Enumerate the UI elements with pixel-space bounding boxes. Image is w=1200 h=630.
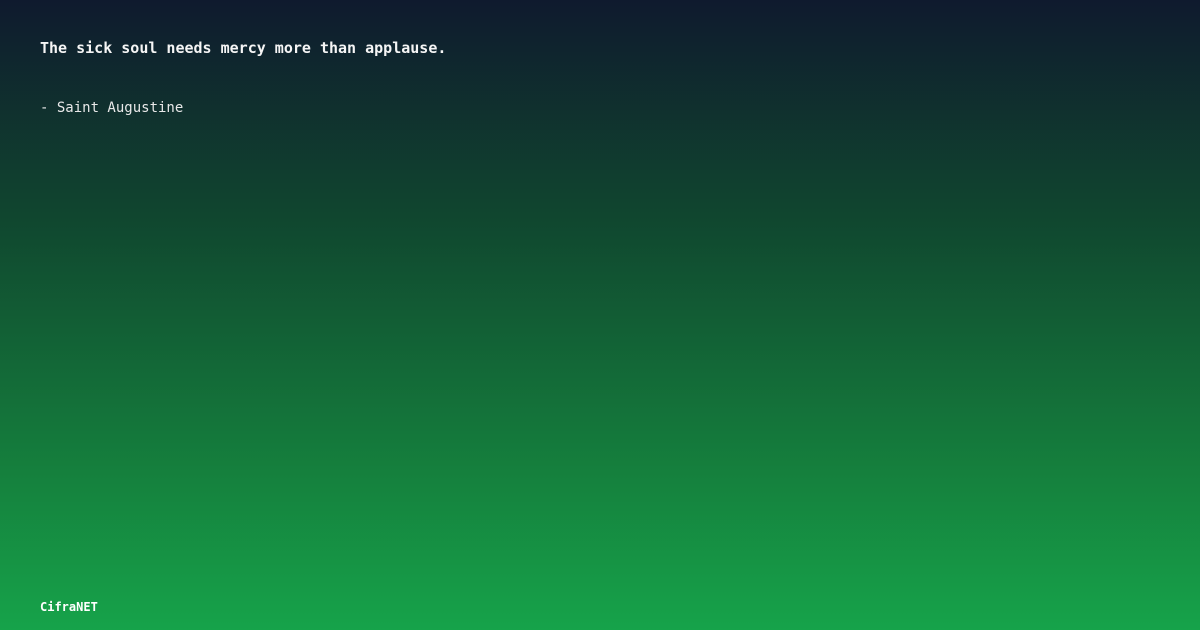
brand-name: CifraNET [40, 600, 98, 614]
quote-card: The sick soul needs mercy more than appl… [0, 0, 1200, 630]
quote-author: - Saint Augustine [40, 100, 184, 116]
quote-text: The sick soul needs mercy more than appl… [40, 39, 447, 57]
